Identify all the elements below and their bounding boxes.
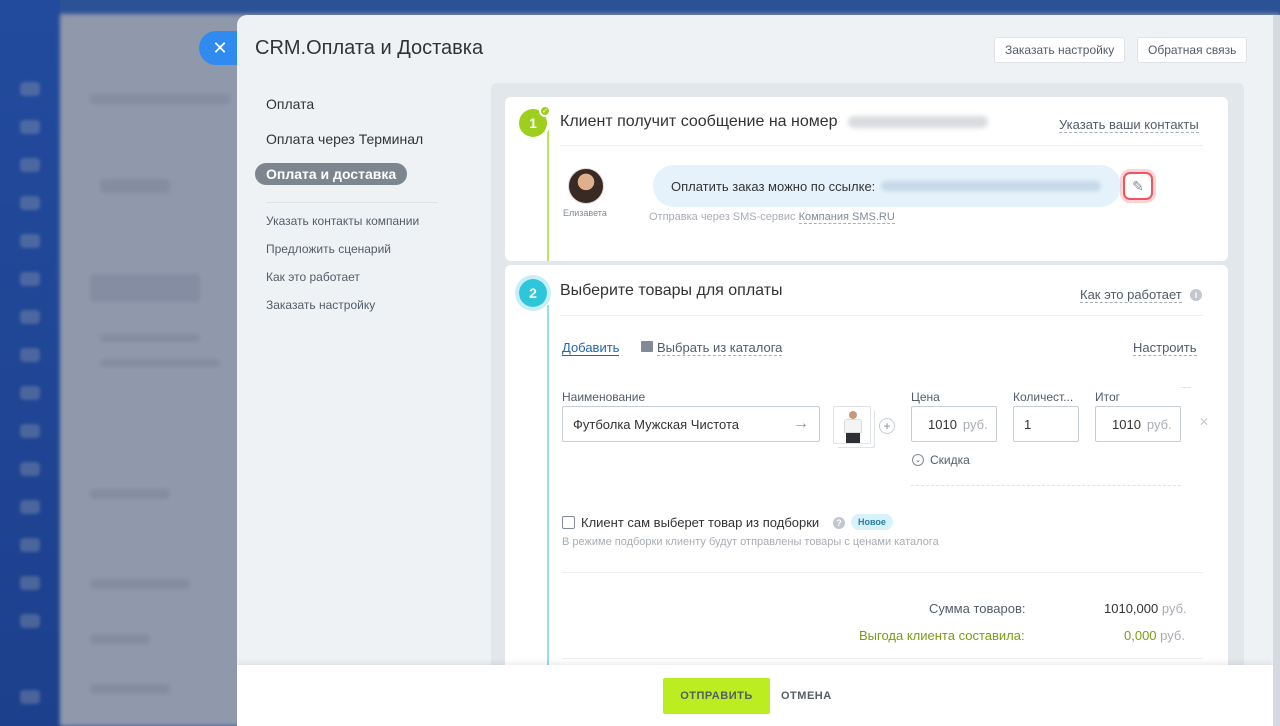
message-bubble: Оплатить заказ можно по ссылке:: [653, 165, 1121, 207]
avatar-name: Елизавета: [563, 208, 607, 218]
select-from-catalog-link[interactable]: Выбрать из каталога: [657, 340, 783, 356]
selection-label[interactable]: Клиент сам выберет товар из подборки: [581, 515, 819, 530]
step2-badge: 2: [519, 279, 547, 307]
product-thumbnail[interactable]: [833, 406, 871, 444]
footer-bar: ОТПРАВИТЬ ОТМЕНА: [237, 665, 1273, 726]
step1-card: 1 ✓ Клиент получит сообщение на номер Ук…: [505, 97, 1228, 261]
send-button[interactable]: ОТПРАВИТЬ: [663, 678, 770, 714]
sum-value: 1010,000 руб.: [1104, 601, 1187, 616]
page-scrollbar[interactable]: [1273, 15, 1280, 726]
check-icon: ✓: [539, 105, 551, 117]
avatar: [568, 168, 604, 204]
arrow-right-icon[interactable]: →: [793, 415, 809, 433]
close-slider-button[interactable]: ✕: [199, 31, 241, 65]
step2-title: Выберите товары для оплаты: [560, 282, 783, 299]
left-nav: Оплата Оплата через Терминал Оплата и до…: [255, 93, 465, 325]
crm-payment-delivery-panel: CRM.Оплата и Доставка Заказать настройку…: [237, 15, 1273, 726]
nav-item-terminal-payment[interactable]: Оплата через Терминал: [255, 128, 465, 150]
payment-link-blurred: [881, 181, 1102, 191]
help-icon[interactable]: ?: [833, 517, 845, 529]
nav-link-how-it-works[interactable]: Как это работает: [255, 269, 465, 285]
divider: [560, 315, 1203, 316]
nav-item-payment-delivery[interactable]: Оплата и доставка: [255, 163, 408, 185]
main-content: 1 ✓ Клиент получит сообщение на номер Ук…: [491, 83, 1244, 726]
nav-link-order-settings[interactable]: Заказать настройку: [255, 297, 465, 313]
name-label: Наименование: [562, 390, 646, 404]
drag-handle[interactable]: [1181, 387, 1191, 388]
price-label: Цена: [911, 390, 940, 404]
product-name-input[interactable]: Футболка Мужская Чистота →: [562, 406, 820, 442]
nav-link-suggest-scenario[interactable]: Предложить сценарий: [255, 241, 465, 257]
feedback-button[interactable]: Обратная связь: [1137, 37, 1248, 63]
benefit-value: 0,000 руб.: [1124, 628, 1185, 643]
price-input[interactable]: 1010 руб.: [911, 406, 997, 442]
close-icon: ✕: [212, 37, 228, 58]
message-text: Оплатить заказ можно по ссылке:: [671, 178, 876, 194]
benefit-label: Выгода клиента составила:: [859, 628, 1025, 643]
quantity-label: Количест...: [1013, 390, 1074, 404]
quantity-input[interactable]: 1: [1013, 406, 1079, 442]
total-input[interactable]: 1010 руб.: [1095, 406, 1181, 442]
nav-divider: [266, 202, 438, 203]
divider: [562, 572, 1203, 573]
step1-timeline: [547, 123, 549, 261]
add-product-link[interactable]: Добавить: [562, 340, 620, 356]
remove-row-icon[interactable]: ✕: [1199, 415, 1209, 429]
sms-provider-link[interactable]: Компания SMS.RU: [798, 211, 895, 224]
discount-toggle[interactable]: Скидка: [930, 453, 970, 467]
page-title: CRM.Оплата и Доставка: [255, 37, 484, 59]
chevron-down-icon[interactable]: ⌄: [912, 454, 924, 466]
discount-divider: [911, 485, 1181, 486]
order-settings-button[interactable]: Заказать настройку: [994, 37, 1126, 63]
nav-link-company-contacts[interactable]: Указать контакты компании: [255, 213, 465, 229]
divider: [562, 658, 1203, 659]
step2-timeline: [547, 305, 549, 726]
pencil-icon: ✎: [1132, 177, 1144, 194]
total-label: Итог: [1095, 390, 1121, 404]
new-badge: Новое: [851, 514, 893, 530]
selection-hint: В режиме подборки клиенту будут отправле…: [562, 536, 939, 548]
add-image-button[interactable]: +: [879, 418, 895, 434]
sms-note: Отправка через SMS-сервис Компания SMS.R…: [649, 211, 895, 224]
cancel-button[interactable]: ОТМЕНА: [781, 678, 832, 714]
specify-contacts-link[interactable]: Указать ваши контакты: [1059, 117, 1199, 133]
info-icon[interactable]: i: [1190, 289, 1202, 301]
book-icon: [641, 341, 653, 352]
sum-label: Сумма товаров:: [929, 601, 1026, 616]
step1-title: Клиент получит сообщение на номер: [560, 113, 988, 131]
edit-message-button[interactable]: ✎: [1123, 172, 1153, 200]
step2-card: 2 Выберите товары для оплаты Как это раб…: [505, 265, 1228, 726]
nav-item-payment[interactable]: Оплата: [255, 93, 465, 115]
selection-checkbox[interactable]: [562, 516, 575, 529]
configure-link[interactable]: Настроить: [1133, 340, 1197, 356]
divider: [560, 145, 1203, 146]
phone-number-blurred: [848, 115, 988, 128]
how-it-works-link[interactable]: Как это работает: [1080, 287, 1182, 303]
